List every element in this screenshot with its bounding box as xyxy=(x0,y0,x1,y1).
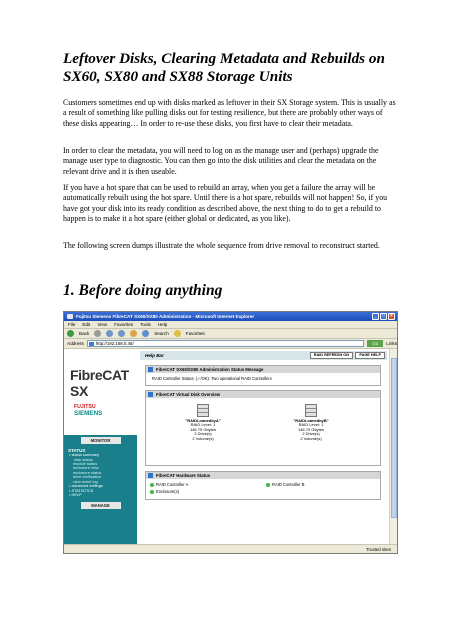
vdisk-card[interactable]: "RAIDLoanedbyB" RAID Level: 1 146.79 Gby… xyxy=(276,404,346,441)
menu-file[interactable]: File xyxy=(68,321,75,328)
nav-help[interactable]: • HELP xyxy=(64,493,137,498)
status-message-title: FibreCAT SX60/SX80 Administration Status… xyxy=(146,366,380,373)
main-pane: Help Bar RAID REFRESH ON PAGE HELP Fibre… xyxy=(140,349,387,544)
ie-icon xyxy=(67,314,73,319)
minimize-icon[interactable]: _ xyxy=(372,313,379,320)
section-heading: 1. Before doing anything xyxy=(63,282,223,299)
help-bar: Help Bar RAID REFRESH ON PAGE HELP xyxy=(140,351,387,360)
vdisk-volumes: 2 Volume(s) xyxy=(192,435,214,441)
hardware-status-title: FibreCAT Hardware Status xyxy=(146,472,380,479)
hw-raid-controller-b[interactable]: RAID Controller B xyxy=(266,482,305,487)
scrollbar-thumb[interactable] xyxy=(391,358,397,518)
address-input[interactable]: http://192.168.0.46/ xyxy=(86,340,365,347)
disk-stack-icon xyxy=(305,404,317,417)
paragraph-screen-dumps: The following screen dumps illustrate th… xyxy=(63,241,380,250)
status-message-panel: FibreCAT SX60/SX80 Administration Status… xyxy=(145,365,381,386)
disk-stack-icon xyxy=(197,404,209,417)
trusted-sites-zone: Trusted sites xyxy=(366,547,391,552)
vdisk-card[interactable]: "RAIDLoanedbyA" RAID Level: 1 146.79 Gby… xyxy=(168,404,238,441)
status-bar: Trusted sites xyxy=(64,544,397,553)
page-help-button[interactable]: PAGE HELP xyxy=(355,352,385,359)
help-bar-label: Help Bar xyxy=(145,353,164,358)
vdisk-volumes: 2 Volume(s) xyxy=(300,435,322,441)
status-message-text: RAID Controller Status: (✓/OK): Two oper… xyxy=(152,376,272,381)
vdisk-overview-title: FibreCAT Virtual Disk Overview xyxy=(146,391,380,398)
home-icon[interactable] xyxy=(130,330,138,337)
raid-refresh-button[interactable]: RAID REFRESH ON xyxy=(309,352,353,359)
siemens-logo: SIEMENS xyxy=(74,410,103,417)
window-title: Fujitsu Siemens FibreCAT SX60/SX80 Admin… xyxy=(76,314,255,319)
maximize-icon[interactable]: □ xyxy=(380,313,387,320)
menu-favorites[interactable]: Favorites xyxy=(114,321,133,328)
manage-button[interactable]: MANAGE xyxy=(80,501,121,509)
refresh-icon[interactable] xyxy=(118,330,126,337)
favorites-star-icon[interactable] xyxy=(173,330,181,337)
paragraph-intro: Customers sometimes end up with disks ma… xyxy=(63,98,396,128)
search-icon[interactable] xyxy=(142,330,150,337)
toolbar: Back Search Favorites xyxy=(64,329,397,339)
window-titlebar: Fujitsu Siemens FibreCAT SX60/SX80 Admin… xyxy=(64,312,397,321)
address-label: Address xyxy=(67,341,84,346)
stop-icon[interactable] xyxy=(106,330,114,337)
side-nav: MONITOR STATUS • status summary ·disk st… xyxy=(64,435,137,544)
hw-enclosures[interactable]: Enclosure(s) xyxy=(150,489,179,494)
back-arrow-icon[interactable] xyxy=(67,330,74,337)
window-controls: _ □ × xyxy=(372,313,395,320)
left-pane: FibreCAT SX FUJITSU SIEMENS MONITOR STAT… xyxy=(64,349,137,544)
monitor-button[interactable]: MONITOR xyxy=(80,437,121,444)
menu-help[interactable]: Help xyxy=(158,321,167,328)
browser-screenshot: Fujitsu Siemens FibreCAT SX60/SX80 Admin… xyxy=(63,311,398,554)
paragraph-hot-spare: If you have a hot spare that can be used… xyxy=(63,183,388,224)
forward-arrow-icon[interactable] xyxy=(94,330,102,337)
address-bar: Address http://192.168.0.46/ Go Links xyxy=(64,339,397,349)
close-icon[interactable]: × xyxy=(388,313,395,320)
menu-edit[interactable]: Edit xyxy=(82,321,90,328)
paragraph-clear-metadata: In order to clear the metadata, you will… xyxy=(63,146,379,176)
fibrecat-logo: FibreCAT SX xyxy=(70,367,129,399)
vdisk-overview-panel: FibreCAT Virtual Disk Overview "RAIDLoan… xyxy=(145,390,381,466)
page-content: FibreCAT SX FUJITSU SIEMENS MONITOR STAT… xyxy=(64,349,389,544)
vertical-scrollbar[interactable] xyxy=(389,349,397,544)
menu-tools[interactable]: Tools xyxy=(140,321,151,328)
menu-view[interactable]: View xyxy=(97,321,107,328)
search-button[interactable]: Search xyxy=(154,329,169,339)
back-button[interactable]: Back xyxy=(79,329,89,339)
document-title: Leftover Disks, Clearing Metadata and Re… xyxy=(63,50,385,85)
menu-bar: File Edit View Favorites Tools Help xyxy=(64,321,397,329)
hw-raid-controller-a[interactable]: RAID Controller A xyxy=(150,482,188,487)
hardware-status-panel: FibreCAT Hardware Status RAID Controller… xyxy=(145,471,381,500)
favorites-button[interactable]: Favorites xyxy=(186,329,205,339)
links-label[interactable]: Links xyxy=(386,341,397,346)
go-button[interactable]: Go xyxy=(367,340,384,347)
